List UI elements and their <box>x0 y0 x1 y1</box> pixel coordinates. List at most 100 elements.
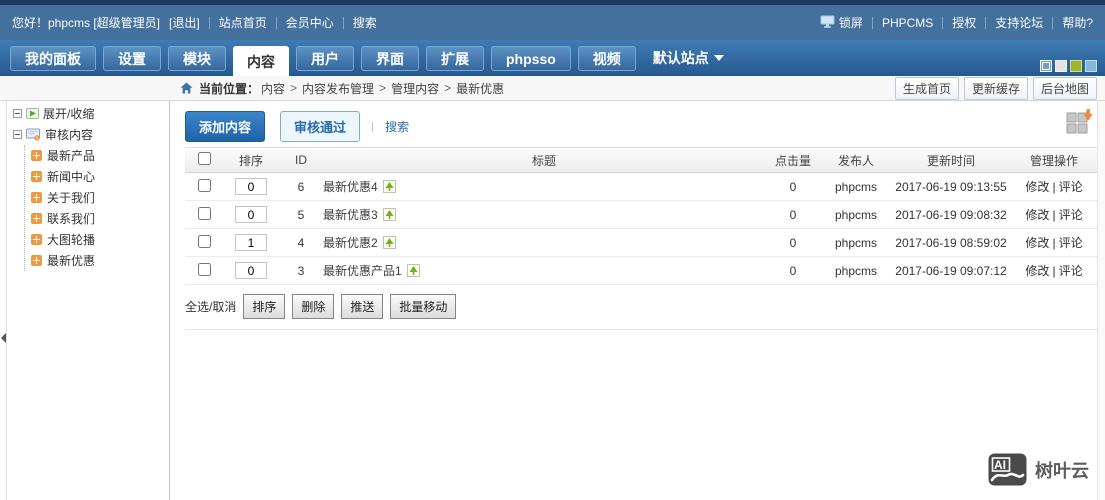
batch-sort-button[interactable]: 排序 <box>243 294 286 319</box>
row-checkbox[interactable] <box>197 262 211 276</box>
add-content-button[interactable]: 添加内容 <box>185 110 266 142</box>
divider <box>871 16 873 29</box>
theme-swatch-silver[interactable] <box>1055 60 1067 72</box>
lock-screen-link[interactable]: 锁屏 <box>820 14 863 31</box>
divider <box>1052 16 1054 29</box>
svg-text:AI: AI <box>994 458 1006 472</box>
breadcrumb-bar: 当前位置： 内容 > 内容发布管理 > 管理内容 > 最新优惠 生成首页 更新缓… <box>0 76 1105 101</box>
support-forum-link[interactable]: 支持论坛 <box>995 14 1043 31</box>
row-title-link[interactable]: 最新优惠4 <box>323 178 378 195</box>
main-nav: 我的面板 设置 模块 内容 用户 界面 扩展 phpsso 视频 默认站点 <box>0 40 1105 76</box>
sort-order-input[interactable] <box>235 234 267 251</box>
col-header-id: ID <box>295 153 307 167</box>
batch-move-button[interactable]: 批量移动 <box>390 294 457 319</box>
edit-link[interactable]: 修改 <box>1025 180 1049 194</box>
edit-link[interactable]: 修改 <box>1025 236 1049 250</box>
home-icon[interactable] <box>180 82 193 94</box>
ops-divider: | <box>1052 264 1056 278</box>
tab-video[interactable]: 视频 <box>577 45 636 71</box>
sidebar-collapse-gutter[interactable] <box>0 101 7 500</box>
sort-order-input[interactable] <box>235 178 267 195</box>
tab-users[interactable]: 用户 <box>296 45 354 71</box>
site-selector[interactable]: 默认站点 <box>653 48 724 68</box>
breadcrumb-item[interactable]: 内容 <box>261 80 285 97</box>
tab-modules[interactable]: 模块 <box>168 45 226 71</box>
generate-home-button[interactable]: 生成首页 <box>894 76 959 100</box>
tab-my-panel[interactable]: 我的面板 <box>10 45 96 71</box>
row-title-link[interactable]: 最新优惠3 <box>323 206 378 223</box>
sidebar-item-latest-products[interactable]: 最新产品 <box>25 145 169 166</box>
comment-link[interactable]: 评论 <box>1059 208 1083 222</box>
tree-collapse-icon[interactable] <box>13 109 22 118</box>
category-plus-icon <box>31 213 42 224</box>
collapse-left-icon[interactable] <box>1 333 6 343</box>
user-bar: 您好！phpcms [超级管理员] [退出] 站点首页 会员中心 搜索 锁屏 P… <box>0 5 1105 40</box>
row-title-link[interactable]: 最新优惠2 <box>323 234 378 251</box>
row-title-link[interactable]: 最新优惠产品1 <box>323 262 402 279</box>
theme-swatch-blue[interactable] <box>1040 60 1052 72</box>
select-all-toggle[interactable]: 全选/取消 <box>185 298 236 315</box>
edit-link[interactable]: 修改 <box>1025 264 1049 278</box>
edit-link[interactable]: 修改 <box>1025 208 1049 222</box>
admin-map-button[interactable]: 后台地图 <box>1032 76 1097 100</box>
sidebar-item-about-us[interactable]: 关于我们 <box>25 187 169 208</box>
sort-order-input[interactable] <box>235 262 267 279</box>
row-author: phpcms <box>834 263 878 278</box>
divider <box>985 16 987 29</box>
sidebar-item-news-center[interactable]: 新闻中心 <box>25 166 169 187</box>
topbar-search-link[interactable]: 搜索 <box>353 14 377 31</box>
tree-collapse-icon[interactable] <box>13 130 22 139</box>
tab-interface[interactable]: 界面 <box>361 45 419 71</box>
has-thumbnail-icon <box>382 236 396 249</box>
breadcrumb-item[interactable]: 内容发布管理 <box>302 80 374 97</box>
batch-delete-button[interactable]: 删除 <box>292 294 335 319</box>
comment-link[interactable]: 评论 <box>1059 236 1083 250</box>
sort-order-input[interactable] <box>235 206 267 223</box>
license-link[interactable]: 授权 <box>952 14 976 31</box>
row-checkbox[interactable] <box>197 206 211 220</box>
member-center-link[interactable]: 会员中心 <box>286 14 334 31</box>
approve-button[interactable]: 审核通过 <box>280 110 361 142</box>
col-header-ops: 管理操作 <box>1029 153 1078 168</box>
tab-phpsso[interactable]: phpsso <box>491 45 571 71</box>
caret-down-icon <box>713 55 724 61</box>
row-checkbox[interactable] <box>197 234 211 248</box>
sidebar-item-contact-us[interactable]: 联系我们 <box>25 208 169 229</box>
ops-divider: | <box>1052 236 1056 250</box>
table-row: 5 最新优惠3 0 phpcms 2017-06-19 09:08:32 修改|… <box>185 201 1097 229</box>
list-mode-icon[interactable] <box>1066 109 1093 137</box>
content-toolbar: 添加内容 审核通过 | 搜索 <box>185 109 1097 143</box>
sidebar-item-carousel[interactable]: 大图轮播 <box>25 229 169 250</box>
col-header-clicks: 点击量 <box>774 153 811 168</box>
tree-toggle-all[interactable]: 展开/收缩 <box>13 103 169 124</box>
search-link[interactable]: 搜索 <box>385 118 409 135</box>
batch-push-button[interactable]: 推送 <box>341 294 384 319</box>
watermark-brand-text: 树叶云 <box>1035 460 1089 481</box>
tab-extensions[interactable]: 扩展 <box>426 45 484 71</box>
expand-collapse-icon <box>26 107 39 120</box>
select-all-checkbox[interactable] <box>197 152 211 165</box>
row-updated-time: 2017-06-19 09:08:32 <box>895 207 1007 222</box>
breadcrumb-current: 最新优惠 <box>456 81 505 96</box>
comment-link[interactable]: 评论 <box>1059 180 1083 194</box>
tree-root-label: 审核内容 <box>45 128 94 142</box>
logout-link[interactable]: [退出] <box>169 14 200 31</box>
scrollbar-track[interactable] <box>1097 101 1105 500</box>
phpcms-link[interactable]: PHPCMS <box>882 16 933 30</box>
update-cache-button[interactable]: 更新缓存 <box>963 76 1028 100</box>
row-checkbox[interactable] <box>197 178 211 192</box>
content-area: 展开/收缩 审核内容 最新产品 新闻中心 关于我们 联系我们 大图轮播 最新优惠… <box>0 101 1105 500</box>
sidebar-item-latest-offers[interactable]: 最新优惠 <box>25 250 169 271</box>
tab-settings[interactable]: 设置 <box>103 45 161 71</box>
theme-swatch-sky[interactable] <box>1085 60 1097 72</box>
row-updated-time: 2017-06-19 08:59:02 <box>895 235 1007 250</box>
divider <box>942 16 944 29</box>
theme-swatch-green[interactable] <box>1070 60 1082 72</box>
comment-link[interactable]: 评论 <box>1059 264 1083 278</box>
site-home-link[interactable]: 站点首页 <box>219 14 267 31</box>
tab-content[interactable]: 内容 <box>233 46 289 76</box>
col-header-title: 标题 <box>531 153 556 168</box>
help-link[interactable]: 帮助? <box>1062 14 1093 31</box>
tree-root-audit[interactable]: 审核内容 <box>13 124 169 145</box>
breadcrumb-item[interactable]: 管理内容 <box>391 80 439 97</box>
